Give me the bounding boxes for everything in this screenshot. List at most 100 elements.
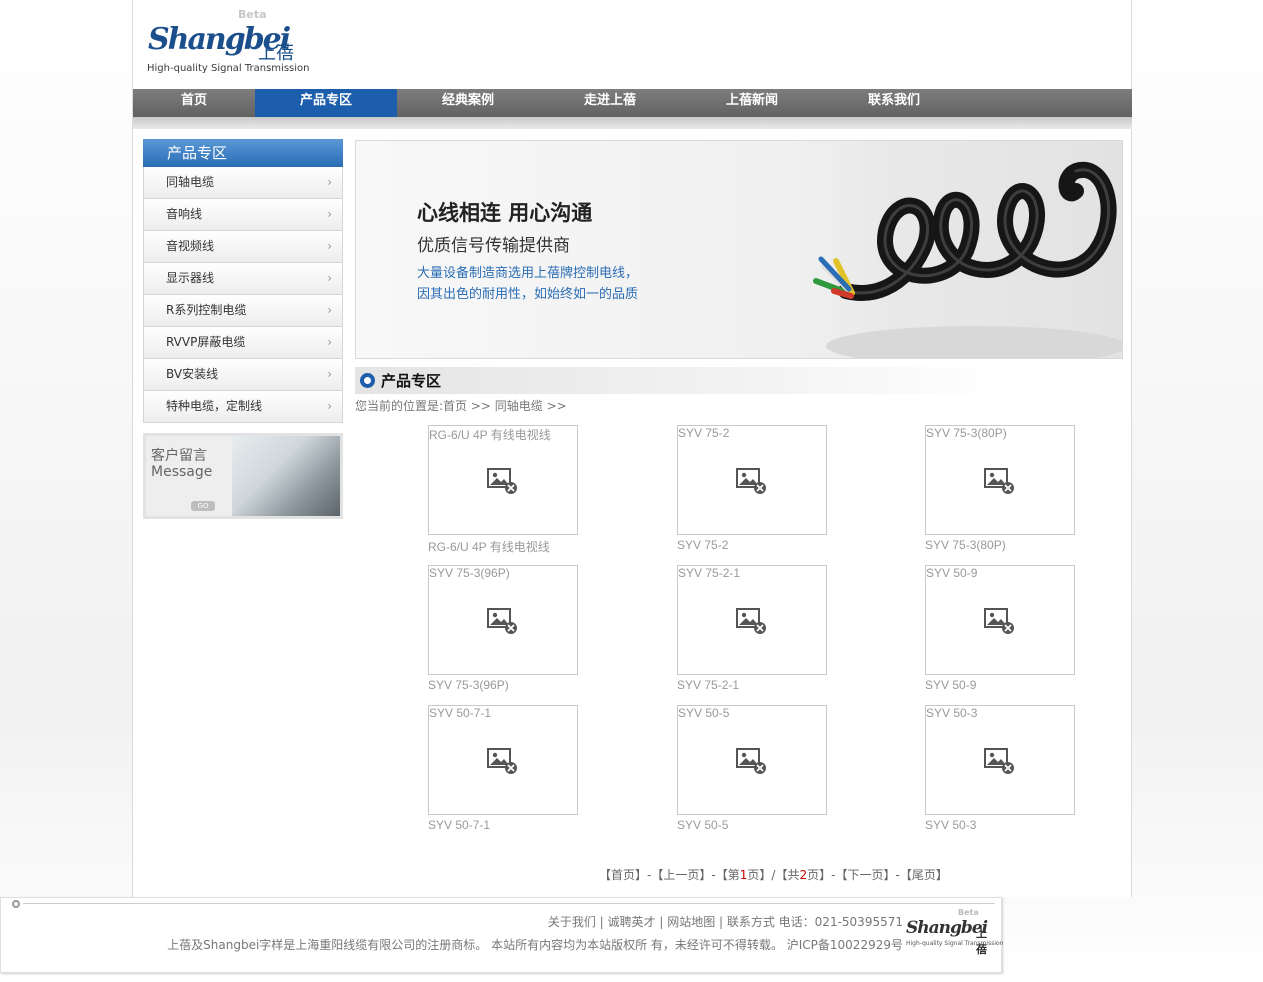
product-card[interactable]: SYV 50-9 SYV 50-9 xyxy=(925,565,1075,692)
header: Beta Shangbei 上蓓 High-quality Signal Tra… xyxy=(133,0,1131,89)
product-image[interactable]: SYV 50-9 xyxy=(925,565,1075,675)
product-image-alt: SYV 50-5 xyxy=(678,706,730,720)
chevron-right-icon: › xyxy=(327,239,332,253)
chevron-right-icon: › xyxy=(327,335,332,349)
footer-copyright: 上蓓及Shangbei字样是上海重阳线缆有限公司的注册商标。 本站所有内容均为本… xyxy=(167,938,903,952)
product-card[interactable]: SYV 75-3(96P) SYV 75-3(96P) xyxy=(428,565,578,692)
product-card[interactable]: SYV 50-7-1 SYV 50-7-1 xyxy=(428,705,578,832)
sidebar-item-coaxial[interactable]: 同轴电缆 › xyxy=(143,167,343,199)
product-card[interactable]: SYV 50-3 SYV 50-3 xyxy=(925,705,1075,832)
banner-headline: 心线相连 用心沟通 xyxy=(417,201,593,225)
broken-image-icon xyxy=(487,608,517,634)
product-name[interactable]: SYV 75-3(96P) xyxy=(428,678,578,692)
customer-message-banner[interactable]: 客户留言 Message GO xyxy=(143,433,343,519)
chevron-right-icon: › xyxy=(327,207,332,221)
banner-line-1: 大量设备制造商选用上蓓牌控制电线， xyxy=(417,266,639,281)
pagination: 【首页】-【上一页】-【第1页】/【共2页】-【下一页】-【尾页】 xyxy=(599,866,948,883)
footer-ring-icon xyxy=(12,900,20,908)
footer: 关于我们 | 诚聘英才 | 网站地图 | 联系方式 电话：021-5039557… xyxy=(0,897,1004,973)
message-panel: 客户留言 Message GO xyxy=(146,436,232,516)
sidebar-item-audio[interactable]: 音响线 › xyxy=(143,199,343,231)
product-card[interactable]: SYV 75-2 SYV 75-2 xyxy=(677,425,827,552)
go-button[interactable]: GO xyxy=(191,501,215,511)
chevron-right-icon: › xyxy=(327,303,332,317)
pager-prev[interactable]: 【上一页】 xyxy=(651,868,711,882)
sidebar-item-monitor[interactable]: 显示器线 › xyxy=(143,263,343,295)
sidebar-item-r-series[interactable]: R系列控制电缆 › xyxy=(143,295,343,327)
sidebar-item-label: RVVP屏蔽电缆 xyxy=(166,335,246,349)
page-container: Beta Shangbei 上蓓 High-quality Signal Tra… xyxy=(132,0,1132,897)
nav-item-news[interactable]: 上蓓新闻 xyxy=(681,89,823,117)
pager-last[interactable]: 【尾页】 xyxy=(900,868,948,882)
pager-current-post: 页】 xyxy=(747,868,772,882)
section-title: 产品专区 xyxy=(381,372,442,390)
product-card[interactable]: SYV 75-2-1 SYV 75-2-1 xyxy=(677,565,827,692)
pager-total: 2 xyxy=(799,868,808,882)
product-image[interactable]: SYV 50-5 xyxy=(677,705,827,815)
footer-divider xyxy=(23,903,995,904)
footer-logo: Beta Shangbei 上蓓 High-quality Signal Tra… xyxy=(906,908,1004,958)
sidebar-item-label: 显示器线 xyxy=(166,271,215,285)
broken-image-icon xyxy=(487,748,517,774)
product-image[interactable]: SYV 75-2 xyxy=(677,425,827,535)
product-name[interactable]: SYV 50-9 xyxy=(925,678,1075,692)
product-image-alt: SYV 75-2-1 xyxy=(678,566,741,580)
nav-item-home[interactable]: 首页 xyxy=(133,89,255,117)
sidebar-item-special[interactable]: 特种电缆，定制线 › xyxy=(143,391,343,423)
product-card[interactable]: SYV 50-5 SYV 50-5 xyxy=(677,705,827,832)
sidebar-title: 产品专区 xyxy=(143,139,343,167)
footer-logo-beta: Beta xyxy=(958,908,979,917)
product-name[interactable]: SYV 50-7-1 xyxy=(428,818,578,832)
nav-item-cases[interactable]: 经典案例 xyxy=(397,89,539,117)
chevron-right-icon: › xyxy=(327,175,332,189)
product-image-alt: SYV 75-3(96P) xyxy=(429,566,510,580)
chevron-right-icon: › xyxy=(327,271,332,285)
site-logo[interactable]: Beta Shangbei 上蓓 High-quality Signal Tra… xyxy=(146,8,309,78)
cable-coil-image xyxy=(776,141,1122,358)
product-name[interactable]: SYV 75-2-1 xyxy=(677,678,827,692)
main-nav: 首页 产品专区 经典案例 走进上蓓 上蓓新闻 联系我们 xyxy=(133,89,1132,117)
pager-current-pre: 【第 xyxy=(715,868,740,882)
sidebar-item-label: 音响线 xyxy=(166,207,203,221)
product-name[interactable]: SYV 75-2 xyxy=(677,538,827,552)
product-image-alt: SYV 50-7-1 xyxy=(429,706,492,720)
footer-links[interactable]: 关于我们 | 诚聘英才 | 网站地图 | 联系方式 电话：021-5039557… xyxy=(548,913,903,930)
nav-item-about[interactable]: 走进上蓓 xyxy=(539,89,681,117)
product-name[interactable]: SYV 50-3 xyxy=(925,818,1075,832)
sidebar-item-label: R系列控制电缆 xyxy=(166,303,247,317)
support-staff-photo xyxy=(232,436,340,516)
sidebar-item-label: 同轴电缆 xyxy=(166,175,215,189)
chevron-right-icon: › xyxy=(327,367,332,381)
product-image-alt: RG-6/U 4P 有线电视线 xyxy=(429,428,551,442)
banner-subhead: 优质信号传输提供商 xyxy=(417,236,570,256)
product-image[interactable]: SYV 50-7-1 xyxy=(428,705,578,815)
sidebar-item-bv[interactable]: BV安装线 › xyxy=(143,359,343,391)
product-name[interactable]: SYV 75-3(80P) xyxy=(925,538,1075,552)
product-image[interactable]: RG-6/U 4P 有线电视线 xyxy=(428,425,578,535)
broken-image-icon xyxy=(984,748,1014,774)
nav-item-contact[interactable]: 联系我们 xyxy=(823,89,965,117)
product-image[interactable]: SYV 50-3 xyxy=(925,705,1075,815)
product-name[interactable]: RG-6/U 4P 有线电视线 xyxy=(428,538,578,555)
product-image[interactable]: SYV 75-3(96P) xyxy=(428,565,578,675)
sidebar-item-rvvp[interactable]: RVVP屏蔽电缆 › xyxy=(143,327,343,359)
nav-item-products[interactable]: 产品专区 xyxy=(255,89,397,117)
pager-first[interactable]: 【首页】 xyxy=(599,868,647,882)
breadcrumb[interactable]: 您当前的位置是:首页 >> 同轴电缆 >> xyxy=(355,397,567,414)
sidebar: 产品专区 同轴电缆 › 音响线 › 音视频线 › 显示器线 › R系列控制电缆 › RVV… xyxy=(143,139,343,519)
product-image[interactable]: SYV 75-2-1 xyxy=(677,565,827,675)
product-card[interactable]: RG-6/U 4P 有线电视线 RG-6/U 4P 有线电视线 xyxy=(428,425,578,555)
sidebar-item-av[interactable]: 音视频线 › xyxy=(143,231,343,263)
broken-image-icon xyxy=(984,608,1014,634)
sidebar-item-label: 音视频线 xyxy=(166,239,215,253)
product-image[interactable]: SYV 75-3(80P) xyxy=(925,425,1075,535)
pager-next[interactable]: 【下一页】 xyxy=(835,868,895,882)
sidebar-item-label: BV安装线 xyxy=(166,367,219,381)
product-card[interactable]: SYV 75-3(80P) SYV 75-3(80P) xyxy=(925,425,1075,552)
logo-beta: Beta xyxy=(238,8,267,21)
chevron-right-icon: › xyxy=(327,399,332,413)
product-name[interactable]: SYV 50-5 xyxy=(677,818,827,832)
product-image-alt: SYV 50-9 xyxy=(926,566,978,580)
banner-line-2: 因其出色的耐用性，如始终如一的品质 xyxy=(417,287,639,302)
message-en-label: Message xyxy=(151,464,213,480)
